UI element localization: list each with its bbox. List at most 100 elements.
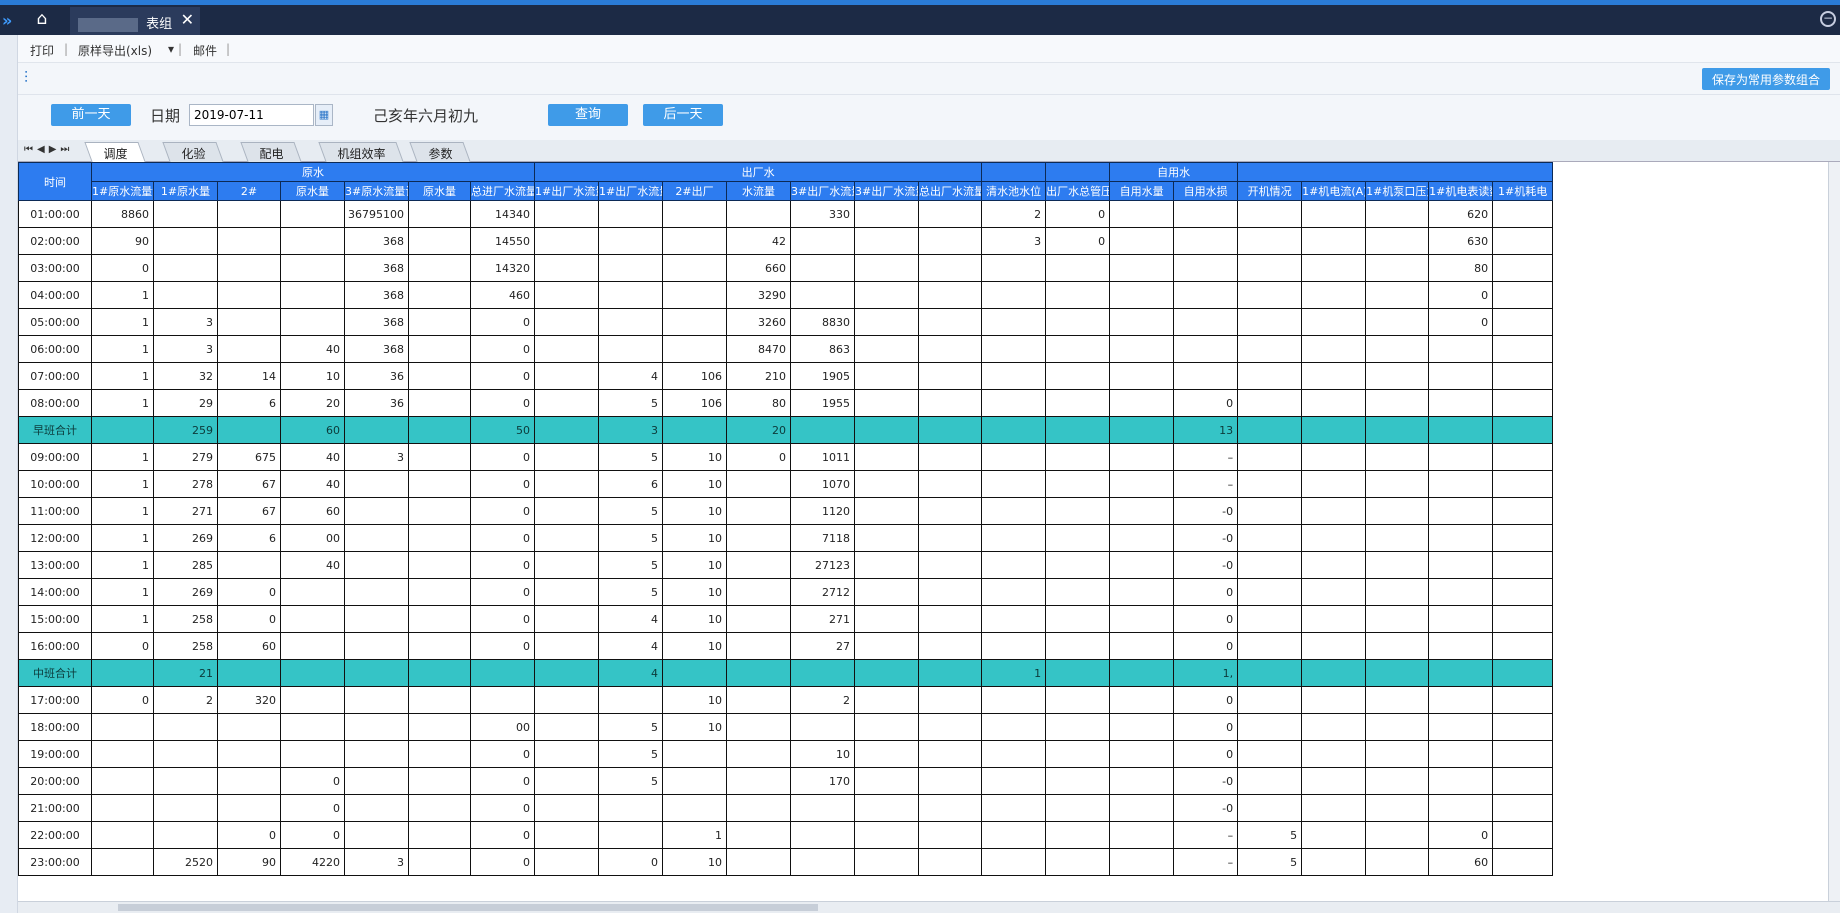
data-cell[interactable] [918, 362, 983, 390]
print-button[interactable]: 打印 [30, 42, 54, 59]
data-cell[interactable] [790, 713, 856, 741]
next-day-button[interactable]: 后一天 [643, 104, 723, 126]
data-cell[interactable] [854, 227, 920, 255]
data-cell[interactable] [217, 551, 281, 579]
data-cell[interactable] [1301, 821, 1367, 849]
data-cell[interactable] [854, 335, 920, 363]
data-cell[interactable] [1109, 335, 1175, 363]
data-cell[interactable]: 13 [1173, 416, 1239, 444]
time-cell[interactable]: 20:00:00 [18, 767, 92, 795]
data-cell[interactable]: 4 [598, 362, 664, 390]
data-cell[interactable]: 675 [217, 443, 281, 471]
data-cell[interactable] [1237, 686, 1303, 714]
data-cell[interactable] [1109, 821, 1175, 849]
data-cell[interactable]: 0 [1173, 389, 1239, 417]
data-cell[interactable] [1365, 281, 1430, 309]
data-cell[interactable] [217, 200, 281, 228]
data-cell[interactable] [1428, 767, 1494, 795]
data-cell[interactable] [1109, 416, 1175, 444]
data-cell[interactable]: 60 [280, 416, 345, 444]
data-cell[interactable]: 6 [217, 524, 281, 552]
data-cell[interactable] [1301, 713, 1367, 741]
data-cell[interactable] [598, 254, 664, 282]
data-cell[interactable] [408, 335, 471, 363]
data-cell[interactable] [1365, 767, 1430, 795]
data-cell[interactable] [598, 794, 664, 822]
data-cell[interactable] [854, 821, 920, 849]
data-cell[interactable] [344, 794, 409, 822]
data-cell[interactable]: 285 [153, 551, 218, 579]
data-cell[interactable]: 3260 [726, 308, 792, 336]
data-cell[interactable] [280, 281, 345, 309]
data-cell[interactable] [1237, 551, 1303, 579]
data-cell[interactable] [153, 281, 218, 309]
data-cell[interactable] [1492, 200, 1554, 228]
data-cell[interactable]: 3 [153, 335, 218, 363]
data-cell[interactable] [918, 389, 983, 417]
data-cell[interactable] [408, 848, 471, 876]
data-cell[interactable] [981, 254, 1047, 282]
data-cell[interactable] [280, 740, 345, 768]
data-cell[interactable] [854, 389, 920, 417]
data-cell[interactable]: 0 [469, 524, 536, 552]
data-cell[interactable] [408, 389, 471, 417]
data-cell[interactable] [1428, 794, 1494, 822]
data-cell[interactable]: 0 [469, 632, 536, 660]
data-cell[interactable]: 0 [469, 767, 536, 795]
data-cell[interactable] [91, 767, 154, 795]
data-cell[interactable] [1492, 632, 1554, 660]
data-cell[interactable]: 3 [344, 848, 409, 876]
data-cell[interactable] [918, 551, 983, 579]
data-cell[interactable] [408, 578, 471, 606]
data-cell[interactable] [280, 227, 345, 255]
data-cell[interactable] [854, 470, 920, 498]
column-header[interactable]: 1#机电表读数 [1428, 181, 1494, 201]
data-cell[interactable]: 36 [344, 389, 409, 417]
data-cell[interactable]: 259 [153, 416, 218, 444]
data-cell[interactable]: 10 [662, 848, 728, 876]
data-cell[interactable] [918, 308, 983, 336]
data-cell[interactable] [1237, 524, 1303, 552]
data-cell[interactable] [1237, 200, 1303, 228]
data-cell[interactable] [918, 821, 983, 849]
data-cell[interactable]: 40 [280, 470, 345, 498]
time-cell[interactable]: 04:00:00 [18, 281, 92, 309]
data-cell[interactable]: 0 [217, 821, 281, 849]
data-cell[interactable] [854, 254, 920, 282]
data-cell[interactable]: 269 [153, 524, 218, 552]
data-cell[interactable]: 1120 [790, 497, 856, 525]
data-cell[interactable]: 90 [217, 848, 281, 876]
data-cell[interactable] [662, 254, 728, 282]
data-cell[interactable] [1045, 389, 1111, 417]
data-cell[interactable] [1492, 848, 1554, 876]
data-cell[interactable] [1365, 524, 1430, 552]
data-cell[interactable] [469, 686, 536, 714]
data-cell[interactable]: 67 [217, 470, 281, 498]
data-cell[interactable] [1109, 443, 1175, 471]
data-cell[interactable]: 14340 [469, 200, 536, 228]
data-cell[interactable] [217, 281, 281, 309]
data-cell[interactable] [662, 794, 728, 822]
data-cell[interactable] [1365, 713, 1430, 741]
data-cell[interactable]: 1 [91, 362, 154, 390]
data-cell[interactable]: 0 [469, 308, 536, 336]
data-cell[interactable] [280, 605, 345, 633]
data-cell[interactable] [1492, 767, 1554, 795]
column-header[interactable]: 2# [217, 181, 281, 201]
data-cell[interactable] [408, 767, 471, 795]
sheet-tab-dispatch[interactable]: 调度 [84, 142, 146, 162]
data-cell[interactable] [981, 335, 1047, 363]
data-cell[interactable]: 863 [790, 335, 856, 363]
data-cell[interactable]: 1 [91, 470, 154, 498]
data-cell[interactable] [1045, 470, 1111, 498]
data-cell[interactable] [1492, 497, 1554, 525]
column-header[interactable]: 水流量 [726, 181, 792, 201]
data-cell[interactable] [408, 686, 471, 714]
report-grid[interactable]: 时间原水出厂水自用水1#原水流量计1#原水量2#原水量3#原水流量计原水量总进厂… [18, 162, 1840, 901]
time-cell[interactable]: 06:00:00 [18, 335, 92, 363]
data-cell[interactable] [408, 605, 471, 633]
data-cell[interactable] [344, 740, 409, 768]
data-cell[interactable]: -0 [1173, 524, 1239, 552]
data-cell[interactable] [408, 254, 471, 282]
data-cell[interactable] [1237, 578, 1303, 606]
